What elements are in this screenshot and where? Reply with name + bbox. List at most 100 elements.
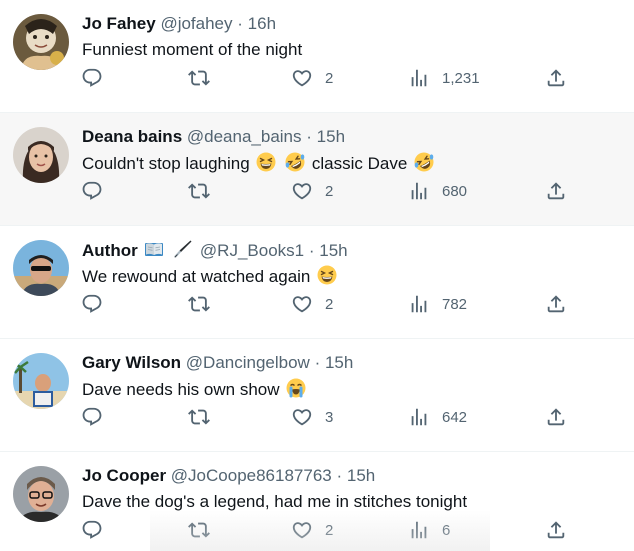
reply-button[interactable]: [81, 177, 103, 205]
user-handle[interactable]: @deana_bains: [187, 127, 302, 146]
views-icon: [408, 180, 430, 202]
share-button[interactable]: [545, 290, 567, 318]
views-button[interactable]: 642: [408, 403, 467, 431]
tweet[interactable]: Author @RJ_Books1 · 15h We rewound at wa…: [0, 226, 634, 339]
action-bar: 2 680: [0, 177, 634, 205]
retweet-icon: [188, 67, 210, 89]
timestamp[interactable]: 15h: [347, 466, 375, 485]
view-count: 680: [442, 182, 468, 200]
views-icon: [408, 406, 430, 428]
avatar[interactable]: [13, 240, 69, 296]
user-handle[interactable]: @RJ_Books1: [200, 241, 304, 260]
share-button[interactable]: [545, 177, 567, 205]
tweet-text: Funniest moment of the night: [82, 40, 303, 59]
reply-button[interactable]: [81, 64, 103, 92]
tweet-text-part: We rewound at watched again: [82, 267, 311, 286]
like-button[interactable]: 2: [291, 290, 333, 318]
tweet-text: Dave needs his own show: [82, 378, 308, 401]
reply-icon: [81, 180, 103, 202]
retweet-button[interactable]: [188, 290, 210, 318]
user-handle[interactable]: @JoCoope86187763: [171, 466, 332, 485]
reply-button[interactable]: [81, 290, 103, 318]
heart-icon: [291, 67, 313, 89]
views-button[interactable]: 782: [408, 290, 467, 318]
separator-dot: ·: [308, 241, 315, 260]
views-icon: [408, 293, 430, 315]
heart-icon: [291, 519, 313, 541]
avatar[interactable]: [13, 14, 69, 70]
reply-icon: [81, 519, 103, 541]
heart-icon: [291, 406, 313, 428]
grinning-squinting-face-icon: [317, 265, 337, 285]
tweet-header: Author @RJ_Books1 · 15h: [82, 239, 348, 262]
retweet-button[interactable]: [188, 403, 210, 431]
display-name[interactable]: Deana bains: [82, 127, 182, 146]
view-count: 642: [442, 408, 468, 426]
display-name[interactable]: Jo Cooper: [82, 466, 166, 485]
retweet-button[interactable]: [188, 64, 210, 92]
timestamp[interactable]: 15h: [317, 127, 345, 146]
avatar[interactable]: [13, 353, 69, 409]
retweet-icon: [188, 293, 210, 315]
share-icon: [545, 519, 567, 541]
tweet[interactable]: Jo Cooper @JoCoope86187763 · 15h Dave th…: [0, 452, 634, 551]
timestamp[interactable]: 15h: [325, 353, 353, 372]
tweet[interactable]: Jo Fahey @jofahey · 16h Funniest moment …: [0, 0, 634, 113]
separator-dot: ·: [336, 466, 343, 485]
share-icon: [545, 406, 567, 428]
separator-dot: ·: [306, 127, 312, 146]
rolling-on-floor-laughing-icon: [285, 152, 305, 172]
retweet-icon: [188, 406, 210, 428]
tweet[interactable]: Gary Wilson @Dancingelbow · 15h Dave nee…: [0, 339, 634, 452]
rolling-on-floor-laughing-icon: [414, 152, 434, 172]
retweet-button[interactable]: [188, 516, 210, 544]
views-button[interactable]: 1,231: [408, 64, 480, 92]
action-bar: 2 6: [0, 516, 634, 544]
tweet-text: We rewound at watched again: [82, 265, 339, 288]
reply-icon: [81, 406, 103, 428]
share-button[interactable]: [545, 516, 567, 544]
tweet-header: Deana bains @deana_bains · 15h: [82, 126, 345, 148]
share-icon: [545, 293, 567, 315]
like-button[interactable]: 3: [291, 403, 333, 431]
action-bar: 2 1,231: [0, 64, 634, 92]
timestamp[interactable]: 15h: [319, 241, 347, 260]
reply-button[interactable]: [81, 516, 103, 544]
tweet[interactable]: Deana bains @deana_bains · 15h Couldn't …: [0, 113, 634, 226]
user-handle[interactable]: @Dancingelbow: [186, 353, 310, 372]
tweet-text-part: classic Dave: [311, 154, 408, 173]
user-handle[interactable]: @jofahey: [160, 14, 232, 33]
view-count: 782: [442, 295, 468, 313]
retweet-icon: [188, 180, 210, 202]
view-count: 1,231: [442, 69, 480, 87]
share-button[interactable]: [545, 403, 567, 431]
views-button[interactable]: 680: [408, 177, 467, 205]
like-count: 3: [325, 408, 334, 426]
reply-button[interactable]: [81, 403, 103, 431]
tweet-text: Dave the dog's a legend, had me in stitc…: [82, 492, 468, 511]
share-button[interactable]: [545, 64, 567, 92]
display-name[interactable]: Author: [82, 241, 138, 260]
share-icon: [545, 180, 567, 202]
like-count: 2: [325, 295, 334, 313]
replies-feed: Jo Fahey @jofahey · 16h Funniest moment …: [0, 0, 634, 551]
like-button[interactable]: 2: [291, 516, 333, 544]
retweet-button[interactable]: [188, 177, 210, 205]
share-icon: [545, 67, 567, 89]
display-name[interactable]: Gary Wilson: [82, 353, 181, 372]
tweet-header: Jo Cooper @JoCoope86187763 · 15h: [82, 465, 375, 487]
views-button[interactable]: 6: [408, 516, 450, 544]
avatar[interactable]: [13, 127, 69, 183]
views-icon: [408, 67, 430, 89]
separator-dot: ·: [314, 353, 321, 372]
timestamp[interactable]: 16h: [248, 14, 276, 33]
tweet-text: Couldn't stop laughing classic Dave: [82, 152, 436, 175]
display-name[interactable]: Jo Fahey: [82, 14, 156, 33]
like-button[interactable]: 2: [291, 64, 333, 92]
separator-dot: ·: [237, 14, 243, 33]
like-button[interactable]: 2: [291, 177, 333, 205]
avatar[interactable]: [13, 466, 69, 522]
tweet-header: Gary Wilson @Dancingelbow · 15h: [82, 352, 353, 374]
reply-icon: [81, 67, 103, 89]
loudly-crying-face-icon: [286, 378, 306, 398]
